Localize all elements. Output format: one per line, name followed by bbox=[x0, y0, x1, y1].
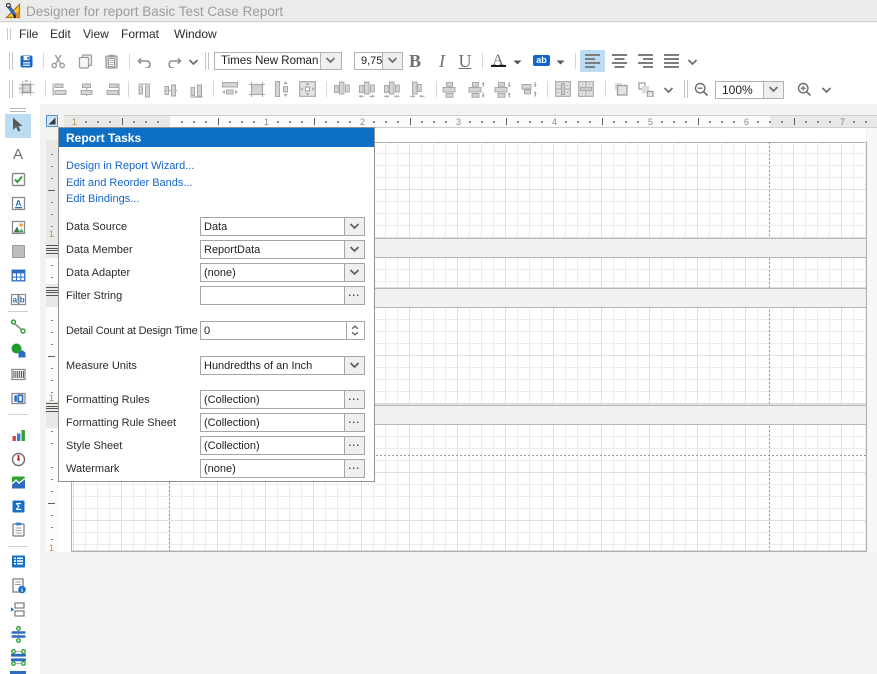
svg-text:Σ: Σ bbox=[16, 502, 22, 513]
svg-text:A: A bbox=[15, 198, 21, 208]
svg-text:a: a bbox=[13, 295, 18, 304]
svg-text:b: b bbox=[20, 295, 25, 304]
svg-text:i: i bbox=[21, 587, 23, 594]
